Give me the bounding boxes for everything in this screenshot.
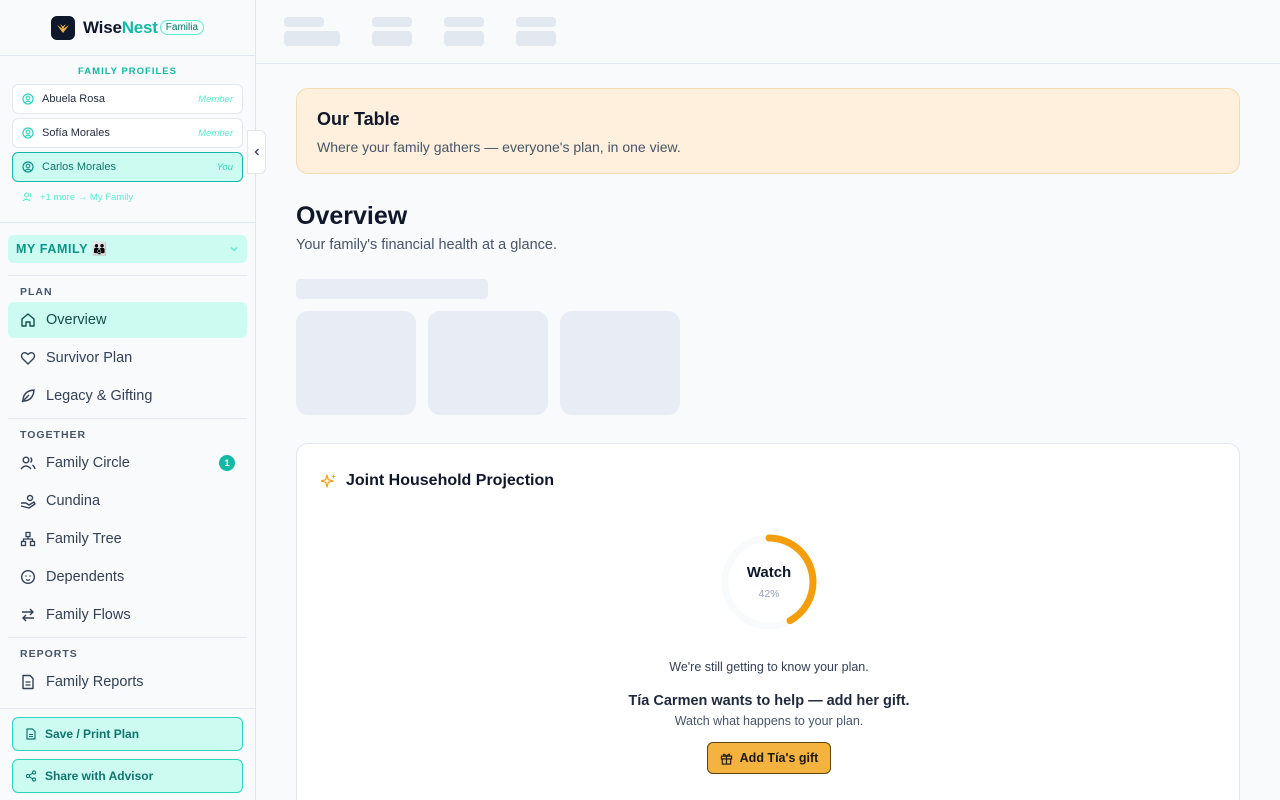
nav-caption-plan: PLAN xyxy=(20,286,53,298)
topbar-skeleton xyxy=(284,17,324,27)
our-table-banner: Our Table Where your family gathers — ev… xyxy=(296,88,1240,174)
more-profiles-label: +1 more → My Family xyxy=(40,191,134,203)
nav-item-legacy-gifting[interactable]: Legacy & Gifting xyxy=(8,378,247,414)
add-gift-button[interactable]: Add Tía's gift xyxy=(707,742,831,774)
banner-subtitle: Where your family gathers — everyone's p… xyxy=(317,139,681,155)
user-circle-icon xyxy=(22,161,34,173)
nav-caption-reports: REPORTS xyxy=(20,648,78,660)
nav-item-overview[interactable]: Overview xyxy=(8,302,247,338)
profile-role: Member xyxy=(198,93,233,105)
projection-title: Joint Household Projection xyxy=(346,472,555,489)
brand[interactable]: WiseNest Familia xyxy=(0,0,255,56)
wisenest-logo-icon xyxy=(50,15,75,40)
user-circle-icon xyxy=(22,127,34,139)
nav-group-together: TOGETHER Family Circle 1 Cundina Family … xyxy=(8,418,247,637)
banner-title: Our Table xyxy=(317,109,400,129)
profile-name: Carlos Morales xyxy=(42,161,116,173)
more-profiles-link[interactable]: +1 more → My Family xyxy=(12,186,243,208)
page-subtitle: Your family's financial health at a glan… xyxy=(296,237,557,253)
home-icon xyxy=(21,313,35,327)
chevron-down-icon xyxy=(230,247,238,252)
page-title: Overview xyxy=(296,202,408,230)
share-with-advisor-button[interactable]: Share with Advisor xyxy=(12,759,243,793)
gift-icon xyxy=(720,753,732,765)
gauge-status-label: Watch xyxy=(746,564,792,581)
topbar-skeleton xyxy=(372,17,412,27)
topbar-skeleton xyxy=(444,31,484,46)
sparkles-icon xyxy=(321,474,336,488)
topbar-skeleton xyxy=(516,17,556,27)
nav-item-family-circle[interactable]: Family Circle 1 xyxy=(8,445,247,481)
arrows-left-right-icon xyxy=(22,608,34,622)
users-icon xyxy=(22,192,32,202)
chevron-left-icon xyxy=(254,148,259,156)
nav-item-family-reports[interactable]: Family Reports xyxy=(8,664,247,700)
profile-role: Member xyxy=(198,127,233,139)
profile-name: Abuela Rosa xyxy=(42,93,105,105)
projection-header: Joint Household Projection xyxy=(321,472,554,490)
file-text-icon xyxy=(22,674,34,690)
nav-caption-together: TOGETHER xyxy=(20,429,87,441)
joint-household-projection-card: Joint Household Projection Watch 42% We'… xyxy=(296,443,1240,800)
brand-name: WiseNest xyxy=(82,17,158,37)
card-skeleton xyxy=(296,311,416,415)
nav-item-dependents[interactable]: Dependents xyxy=(8,559,247,595)
help-title: Tía Carmen wants to help — add her gift. xyxy=(628,693,910,709)
card-skeleton xyxy=(560,311,680,415)
content-skeleton-bar xyxy=(296,279,488,299)
nav-item-survivor-plan[interactable]: Survivor Plan xyxy=(8,340,247,376)
save-print-plan-button[interactable]: Save / Print Plan xyxy=(12,717,243,751)
profiles-caption: FAMILY PROFILES xyxy=(78,66,177,77)
notification-badge: 1 xyxy=(219,455,235,471)
heart-icon xyxy=(20,352,36,365)
topbar-skeleton xyxy=(516,31,556,46)
users-icon xyxy=(20,456,36,470)
hand-coins-icon xyxy=(20,494,36,509)
topbar-skeleton xyxy=(284,31,340,46)
topbar-skeleton xyxy=(444,17,484,27)
network-icon xyxy=(20,531,36,547)
top-bar xyxy=(256,0,1280,64)
family-profiles: FAMILY PROFILES Abuela Rosa Member Sofía… xyxy=(0,56,255,223)
brand-badge: Familia xyxy=(159,20,205,35)
user-circle-icon xyxy=(22,93,34,105)
profile-role: You xyxy=(216,161,233,173)
family-selector[interactable]: MY FAMILY 👪 xyxy=(8,235,247,263)
nav-group-reports: REPORTS Family Reports xyxy=(8,637,247,704)
sidebar-footer: Save / Print Plan Share with Advisor xyxy=(0,708,255,800)
file-icon xyxy=(26,728,36,740)
nav-item-cundina[interactable]: Cundina xyxy=(8,483,247,519)
help-subtitle: Watch what happens to your plan. xyxy=(674,714,864,728)
nav-group-plan: PLAN Overview Survivor Plan Legacy & Gif… xyxy=(8,275,247,418)
baby-icon xyxy=(20,569,36,585)
health-gauge xyxy=(721,534,817,630)
nav-item-family-flows[interactable]: Family Flows xyxy=(8,597,247,633)
topbar-skeleton xyxy=(372,31,412,46)
share-icon xyxy=(25,770,37,782)
leaf-icon xyxy=(21,389,35,403)
profile-abuela-rosa[interactable]: Abuela Rosa Member xyxy=(12,84,243,114)
sidebar: WiseNest Familia FAMILY PROFILES Abuela … xyxy=(0,0,256,800)
family-selector-label: MY FAMILY 👪 xyxy=(16,241,109,256)
card-skeleton xyxy=(428,311,548,415)
nav-item-family-tree[interactable]: Family Tree xyxy=(8,521,247,557)
collapse-sidebar-button[interactable] xyxy=(247,130,266,174)
gauge-percent: 42% xyxy=(758,588,780,600)
profile-carlos-morales[interactable]: Carlos Morales You xyxy=(12,152,243,182)
profile-name: Sofía Morales xyxy=(42,127,110,139)
projection-note: We're still getting to know your plan. xyxy=(669,660,869,674)
profile-sofia-morales[interactable]: Sofía Morales Member xyxy=(12,118,243,148)
